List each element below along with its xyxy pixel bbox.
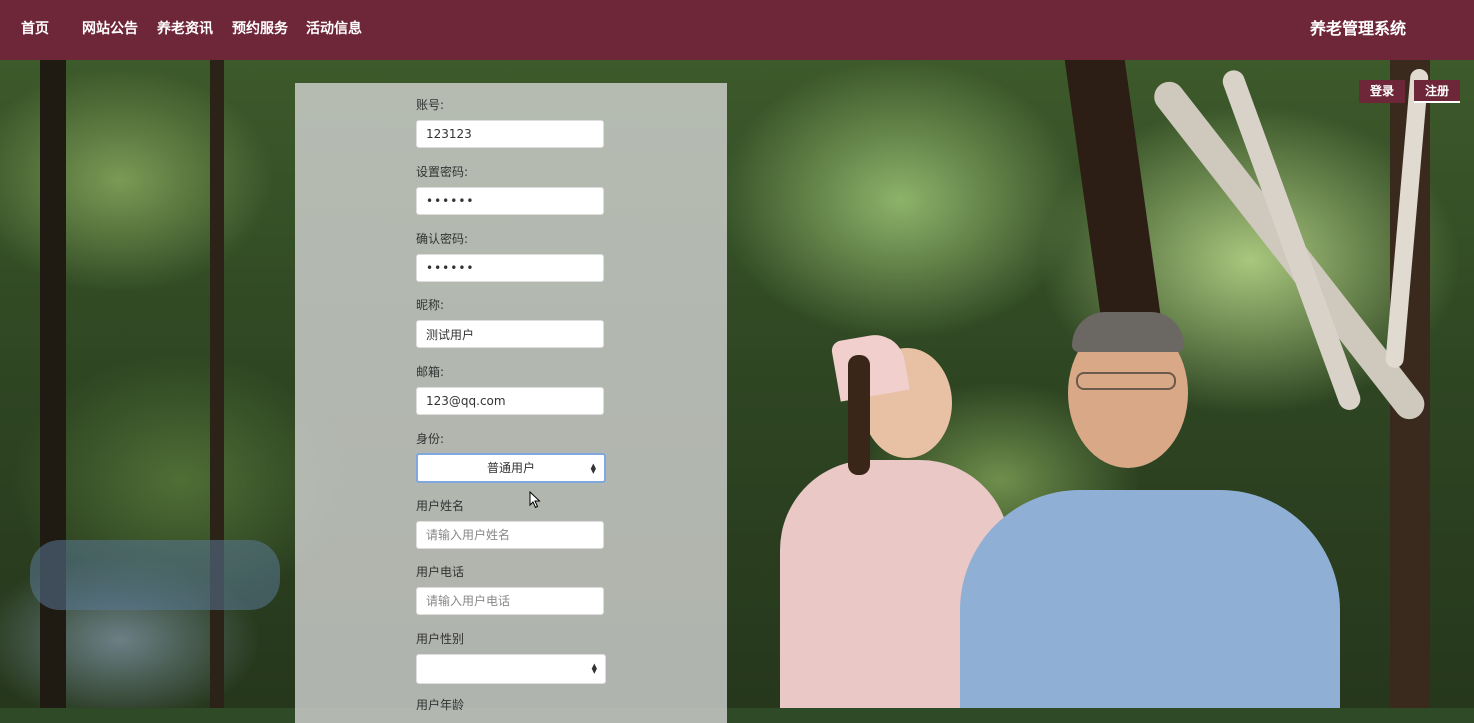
account-label: 账号: [416,98,445,112]
identity-select[interactable]: 普通用户 ▲ ▼ [416,453,606,483]
user-gender-select[interactable]: ▲ ▼ [416,654,606,684]
account-input[interactable] [416,120,604,148]
user-name-label: 用户姓名 [416,499,465,513]
user-phone-input[interactable] [416,587,604,615]
mouse-cursor-icon [529,491,541,509]
email-label: 邮箱: [416,365,445,379]
nickname-label: 昵称: [416,298,445,312]
email-input[interactable] [416,387,604,415]
nav-item-announcements[interactable]: 网站公告 [82,20,138,38]
identity-label: 身份: [416,432,445,446]
confirm-password-input[interactable]: •••••• [416,254,604,282]
register-form-panel: 账号: 设置密码: •••••• 确认密码: •••••• 昵称: 邮箱: 身份… [295,83,727,723]
nav-item-activities[interactable]: 活动信息 [306,20,362,38]
nav-item-home[interactable]: 首页 [21,20,49,38]
confirm-password-label: 确认密码: [416,232,469,246]
password-input[interactable]: •••••• [416,187,604,215]
identity-select-value: 普通用户 [486,461,535,475]
top-nav-bar: 首页 网站公告 养老资讯 预约服务 活动信息 养老管理系统 [0,0,1474,60]
user-age-label: 用户年龄 [416,698,465,712]
nav-item-news[interactable]: 养老资讯 [157,20,213,38]
select-updown-icon: ▲ ▼ [590,461,596,475]
nickname-input[interactable] [416,320,604,348]
nav-item-booking[interactable]: 预约服务 [232,20,288,38]
user-gender-label: 用户性别 [416,632,465,646]
user-phone-label: 用户电话 [416,565,465,579]
background-photo [0,60,1474,708]
elderly-man-figure [960,490,1340,708]
site-title: 养老管理系统 [1310,19,1407,38]
register-button[interactable]: 注册 [1414,80,1460,103]
login-button[interactable]: 登录 [1359,80,1405,103]
password-label: 设置密码: [416,165,469,179]
user-name-input[interactable] [416,521,604,549]
select-updown-icon: ▲ ▼ [591,661,597,675]
